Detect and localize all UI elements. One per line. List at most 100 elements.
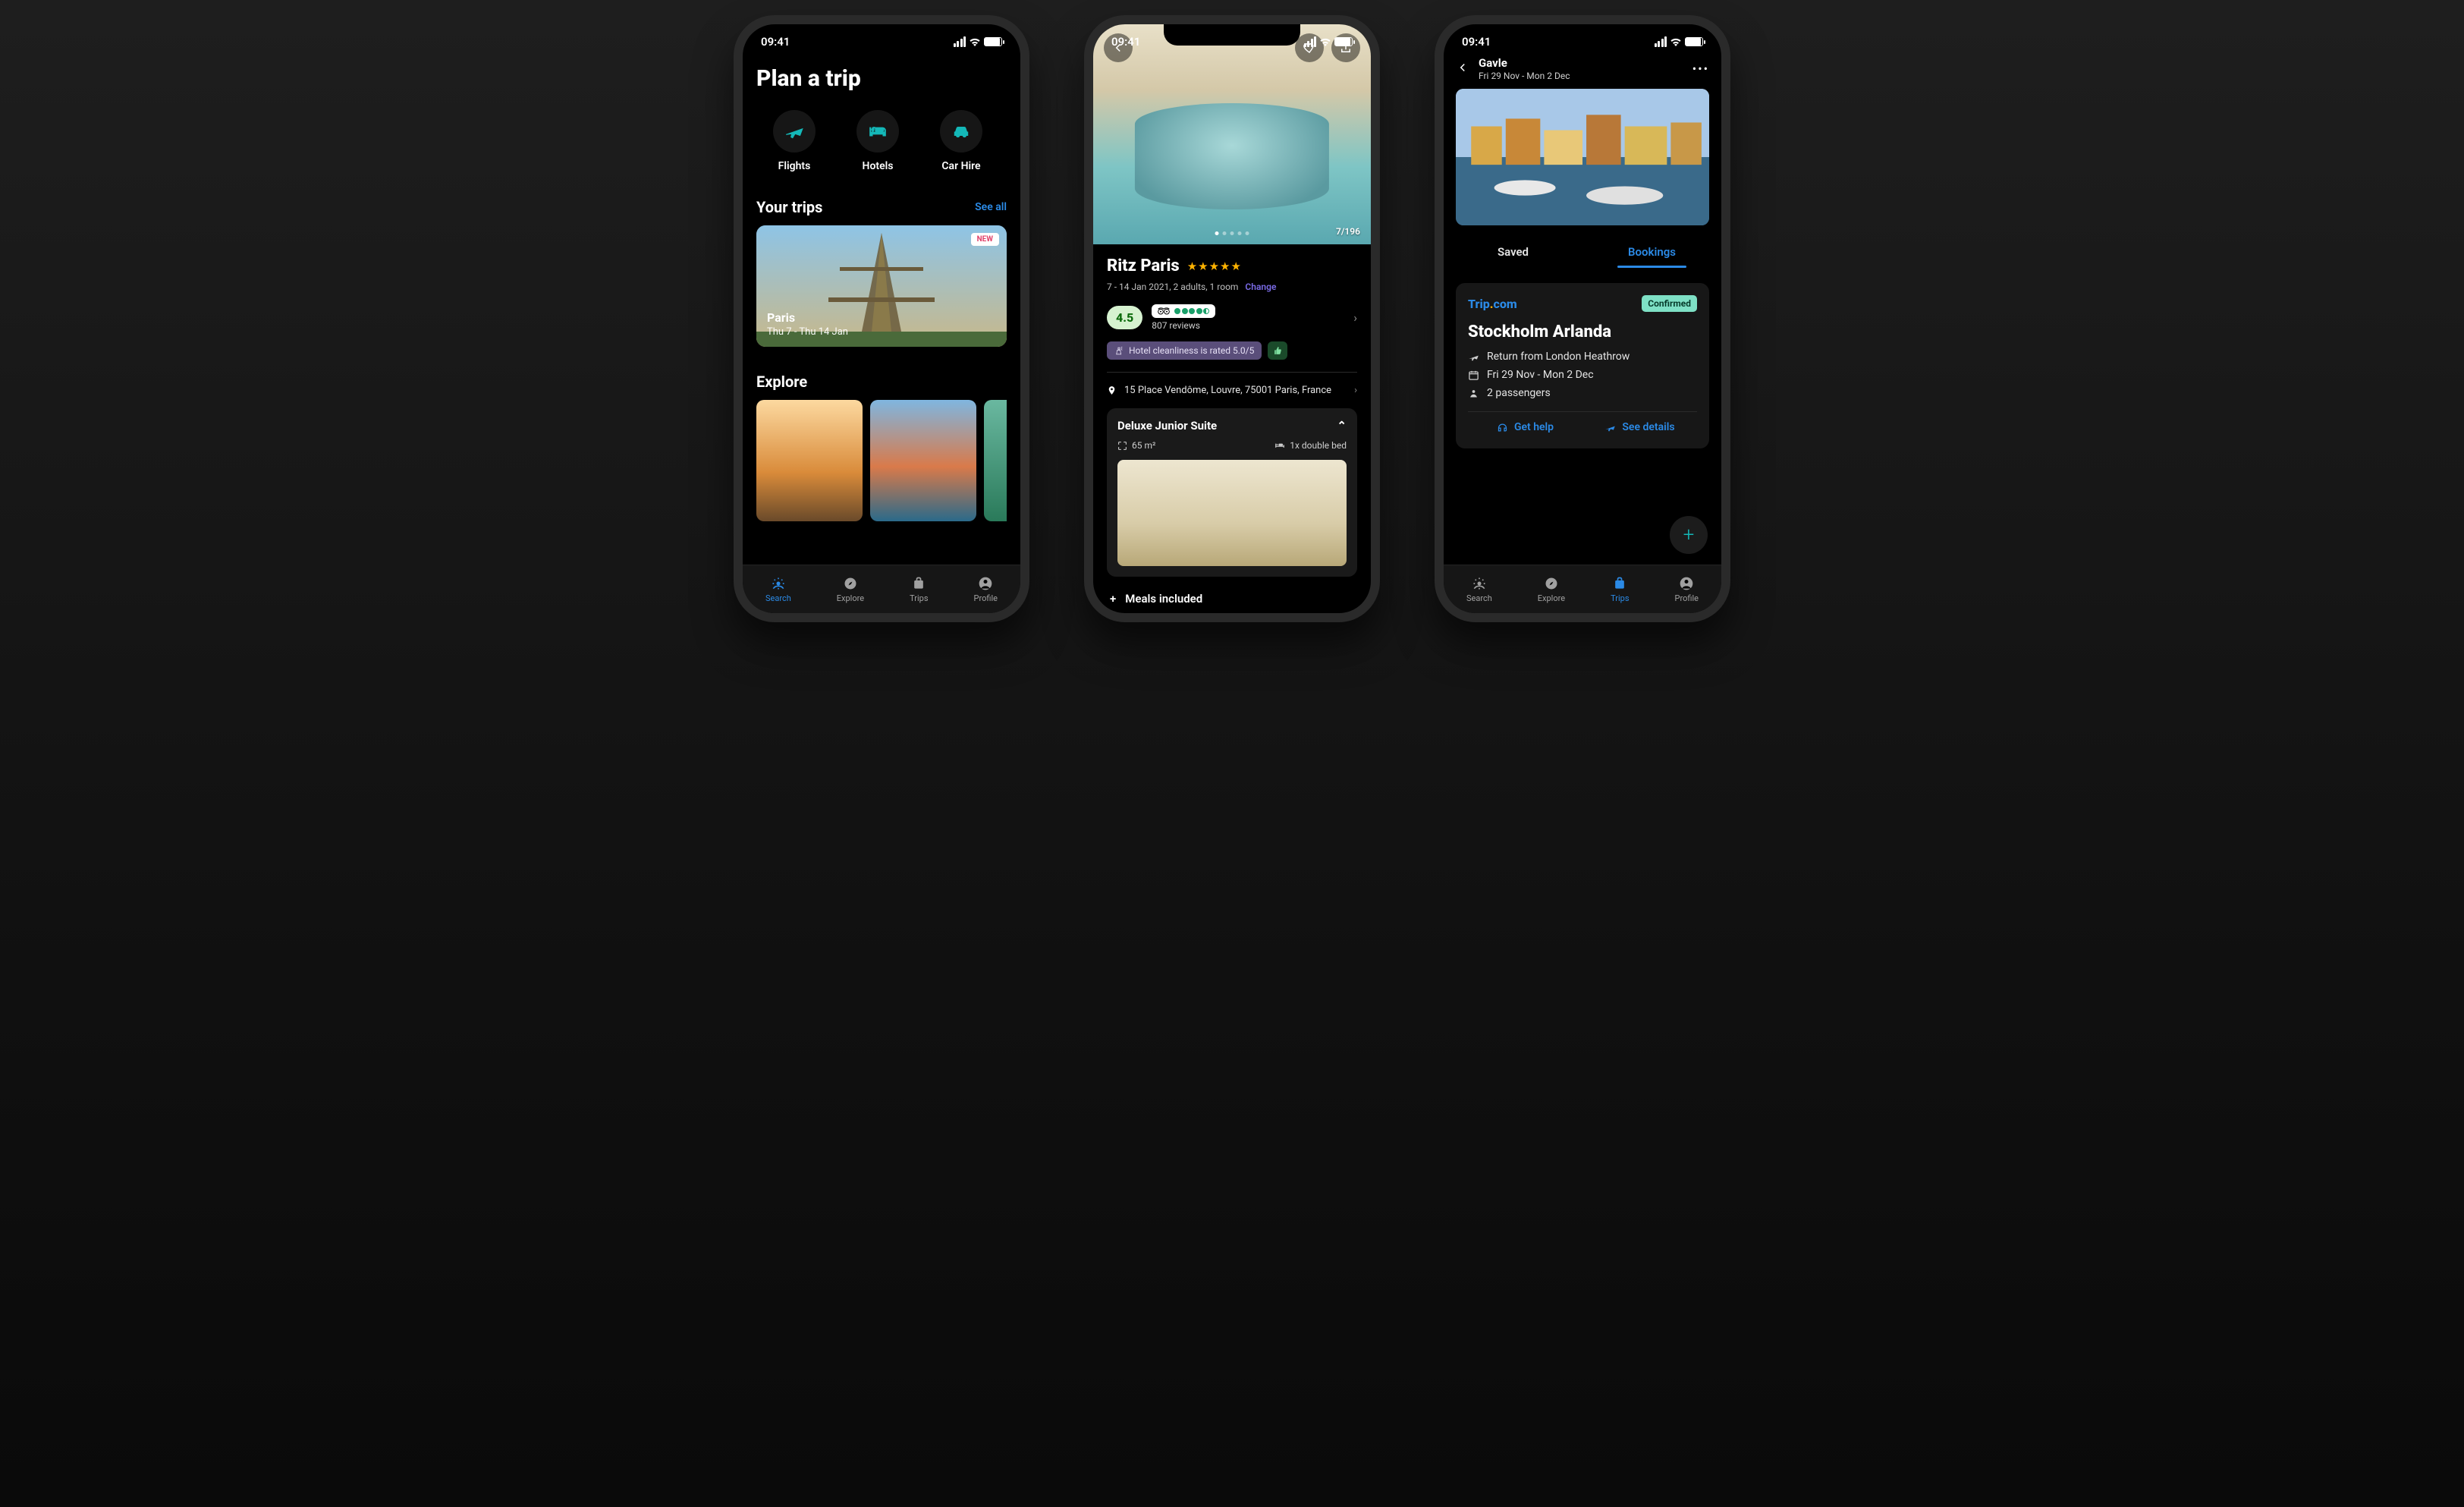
provider-logo: Trip.com xyxy=(1468,297,1517,311)
image-counter: 7/196 xyxy=(1336,226,1360,237)
status-bar: 09:41 xyxy=(743,24,1020,52)
room-name: Deluxe Junior Suite xyxy=(1117,419,1217,433)
area-icon xyxy=(1117,441,1127,451)
booking-dates: Fri 29 Nov - Mon 2 Dec xyxy=(1468,369,1697,381)
rating-score: 4.5 xyxy=(1107,306,1142,329)
nav-explore[interactable]: Explore xyxy=(1538,576,1565,603)
nav-label: Profile xyxy=(1675,593,1699,603)
hotel-hero-image[interactable]: 7/196 xyxy=(1093,24,1371,244)
category-hotels[interactable]: Hotels xyxy=(856,110,899,172)
nav-profile[interactable]: Profile xyxy=(1675,576,1699,603)
trip-dates: Thu 7 - Thu 14 Jan xyxy=(767,326,848,338)
tab-bookings[interactable]: Bookings xyxy=(1582,236,1721,268)
divider xyxy=(1107,372,1357,373)
suitcase-icon xyxy=(1612,576,1627,591)
calendar-icon xyxy=(1468,370,1479,381)
explore-card[interactable] xyxy=(870,400,976,521)
sun-icon xyxy=(771,576,786,591)
chevron-up-icon: ⌃ xyxy=(1337,419,1347,433)
airplane-icon xyxy=(1468,351,1479,363)
get-help-button[interactable]: Get help xyxy=(1468,412,1582,442)
status-badge: Confirmed xyxy=(1642,295,1697,312)
change-link[interactable]: Change xyxy=(1245,282,1276,292)
plus-icon: + xyxy=(1110,592,1116,606)
status-time: 09:41 xyxy=(1462,35,1491,49)
new-badge: NEW xyxy=(971,233,999,246)
nav-label: Profile xyxy=(974,593,998,603)
booking-title: Stockholm Arlanda xyxy=(1468,322,1697,341)
room-bed: 1x double bed xyxy=(1290,440,1347,451)
spray-icon xyxy=(1114,346,1124,356)
nav-label: Search xyxy=(1466,593,1492,603)
nav-label: Trips xyxy=(1611,593,1629,603)
bottom-nav: Search Explore Trips Profile xyxy=(743,565,1020,613)
page-title: Plan a trip xyxy=(756,65,1007,92)
explore-heading: Explore xyxy=(756,373,807,391)
see-details-button[interactable]: See details xyxy=(1582,412,1697,442)
meals-row[interactable]: + Meals included xyxy=(1107,592,1357,606)
status-time: 09:41 xyxy=(1111,35,1140,49)
category-flights[interactable]: Flights xyxy=(773,110,816,172)
status-time: 09:41 xyxy=(761,35,790,49)
bottom-nav: Search Explore Trips Profile xyxy=(1444,565,1721,613)
booking-route: Return from London Heathrow xyxy=(1468,351,1697,363)
back-button[interactable] xyxy=(1456,61,1469,77)
status-bar: 09:41 xyxy=(1093,24,1371,52)
category-label: Car Hire xyxy=(941,160,980,172)
nav-label: Explore xyxy=(1538,593,1565,603)
status-indicators xyxy=(954,36,1003,47)
car-icon xyxy=(940,110,982,153)
plus-icon: + xyxy=(1683,524,1695,546)
date-guests-summary: 7 - 14 Jan 2021, 2 adults, 1 room xyxy=(1107,282,1238,292)
see-all-link[interactable]: See all xyxy=(975,201,1007,213)
nav-trips[interactable]: Trips xyxy=(1611,576,1629,603)
chevron-right-icon: › xyxy=(1353,310,1357,325)
booking-card[interactable]: Trip.com Confirmed Stockholm Arlanda Ret… xyxy=(1456,283,1709,448)
nav-explore[interactable]: Explore xyxy=(837,576,864,603)
your-trips-heading: Your trips xyxy=(756,198,822,216)
cleanliness-text: Hotel cleanliness is rated 5.0/5 xyxy=(1129,345,1254,356)
room-card[interactable]: Deluxe Junior Suite ⌃ 65 m² 1x double be… xyxy=(1107,408,1357,577)
airplane-icon xyxy=(773,110,816,153)
bed-icon xyxy=(1274,440,1285,451)
thumbs-up-button[interactable] xyxy=(1268,341,1287,360)
suitcase-icon xyxy=(911,576,926,591)
status-indicators xyxy=(1304,36,1353,47)
meals-label: Meals included xyxy=(1125,592,1202,606)
reviews-row[interactable]: 4.5 807 reviews › xyxy=(1107,304,1357,331)
nav-search[interactable]: Search xyxy=(1466,576,1492,603)
cleanliness-badge[interactable]: Hotel cleanliness is rated 5.0/5 xyxy=(1107,341,1262,360)
chevron-right-icon: › xyxy=(1354,385,1357,396)
trip-city: Paris xyxy=(767,310,848,325)
owl-icon xyxy=(1158,307,1170,315)
trip-card-paris[interactable]: NEW Paris Thu 7 - Thu 14 Jan xyxy=(756,225,1007,347)
person-icon xyxy=(1468,388,1479,399)
booking-passengers: 2 passengers xyxy=(1468,387,1697,399)
category-label: Flights xyxy=(778,160,811,172)
pin-icon xyxy=(1107,385,1117,395)
compass-icon xyxy=(843,576,858,591)
airplane-icon xyxy=(1604,422,1616,433)
room-image[interactable] xyxy=(1117,460,1347,566)
nav-profile[interactable]: Profile xyxy=(974,576,998,603)
more-button[interactable]: ••• xyxy=(1692,61,1709,76)
explore-card[interactable] xyxy=(756,400,863,521)
nav-label: Search xyxy=(765,593,791,603)
compass-icon xyxy=(1544,576,1559,591)
destination-image[interactable] xyxy=(1456,89,1709,225)
nav-search[interactable]: Search xyxy=(765,576,791,603)
header-city: Gavle xyxy=(1479,56,1570,70)
explore-card[interactable] xyxy=(984,400,1007,521)
headset-icon xyxy=(1497,422,1508,433)
nav-trips[interactable]: Trips xyxy=(910,576,928,603)
status-indicators xyxy=(1655,36,1704,47)
tabs: Saved Bookings xyxy=(1444,236,1721,268)
status-bar: 09:41 xyxy=(1444,24,1721,52)
add-fab[interactable]: + xyxy=(1670,516,1708,554)
bed-icon xyxy=(856,110,899,153)
address-row[interactable]: 15 Place Vendôme, Louvre, 75001 Paris, F… xyxy=(1107,385,1357,396)
category-carhire[interactable]: Car Hire xyxy=(940,110,982,172)
nav-label: Trips xyxy=(910,593,928,603)
category-label: Hotels xyxy=(863,160,894,172)
tab-saved[interactable]: Saved xyxy=(1444,236,1582,268)
